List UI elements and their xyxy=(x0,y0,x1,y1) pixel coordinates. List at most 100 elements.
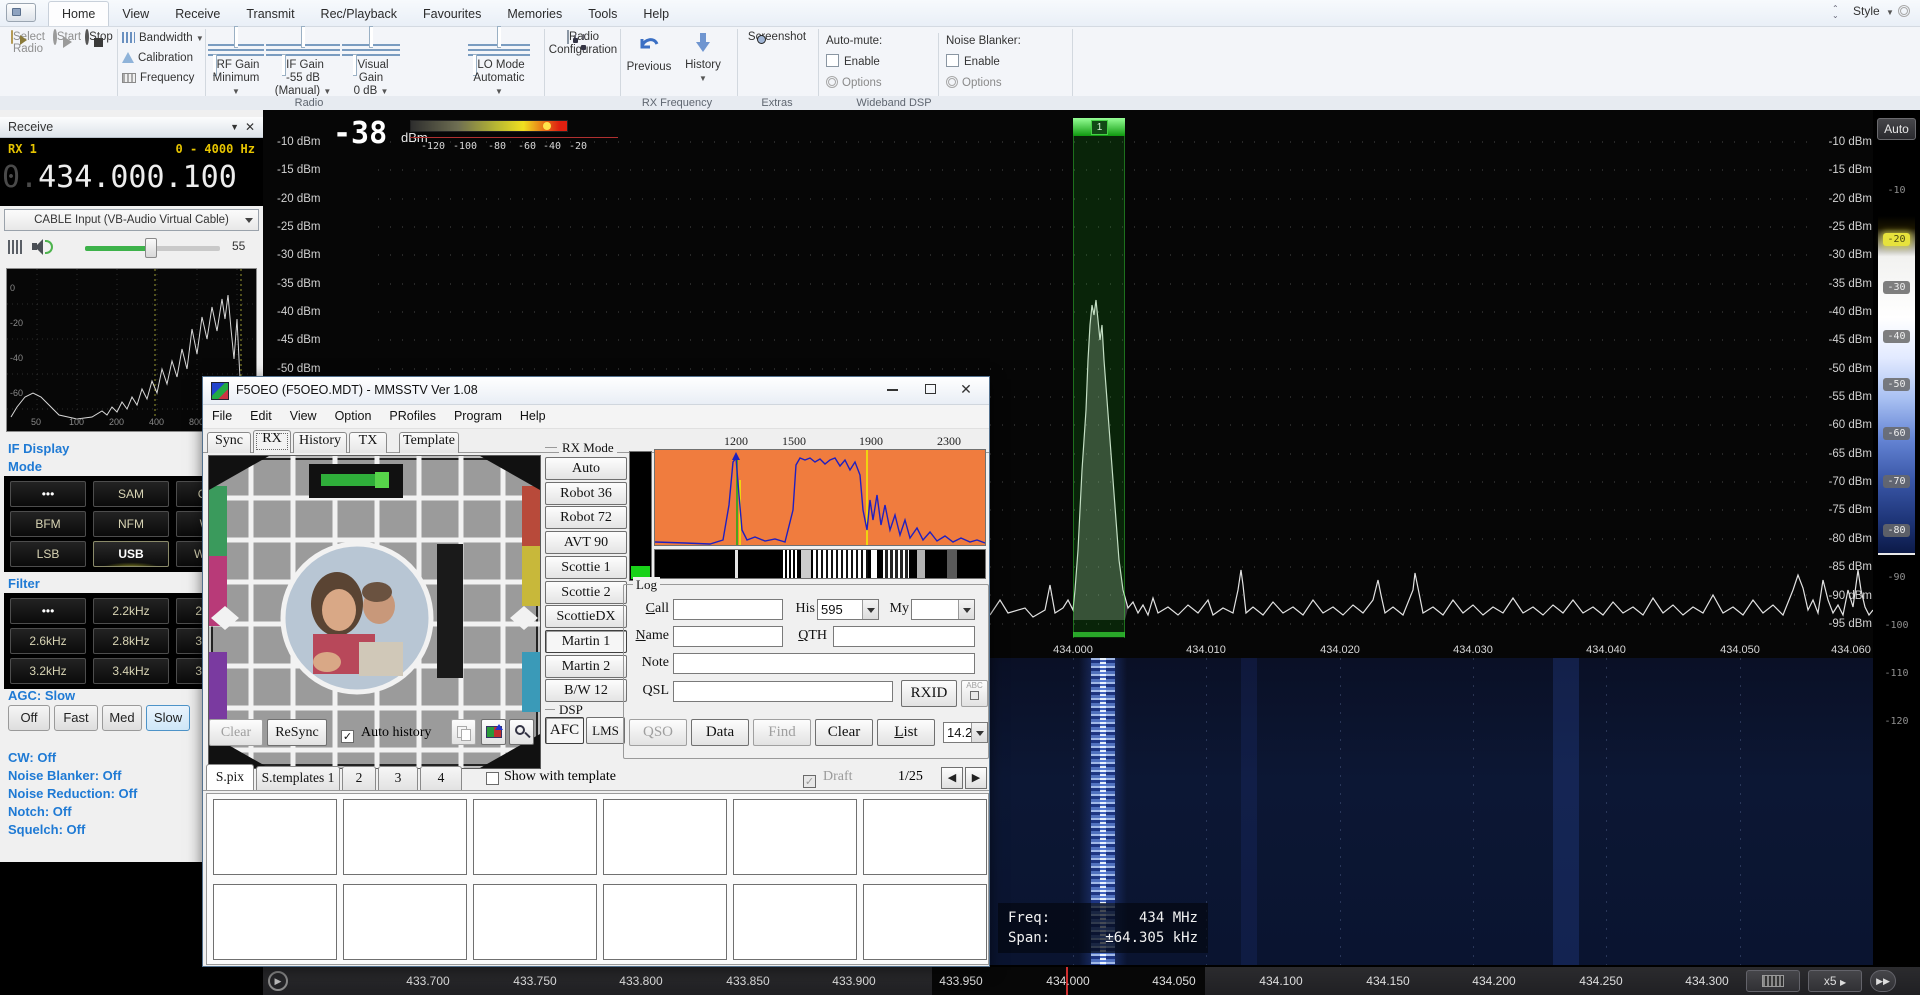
thumbnail-slot[interactable] xyxy=(733,799,857,875)
agc-section-header[interactable]: AGC: Slow xyxy=(8,688,75,703)
rxmode-scottie2-button[interactable]: Scottie 2 xyxy=(545,581,627,604)
mode-nfm-button[interactable]: NFM xyxy=(93,511,169,537)
thumbnail-slot[interactable] xyxy=(863,799,987,875)
page-next-button[interactable]: ▶ xyxy=(965,767,987,789)
auto-history-checkbox[interactable] xyxy=(341,725,354,743)
rx-region-highlight[interactable] xyxy=(1073,118,1125,638)
tab-memories[interactable]: Memories xyxy=(494,2,575,26)
thumbnail-slot[interactable] xyxy=(343,884,467,960)
cw-status[interactable]: CW: Off xyxy=(8,750,56,765)
tab-transmit[interactable]: Transmit xyxy=(233,2,307,26)
rxmode-robot36-button[interactable]: Robot 36 xyxy=(545,482,627,505)
screenshot-button[interactable]: Screenshot xyxy=(744,31,810,44)
if-display-link[interactable]: IF Display xyxy=(8,441,69,456)
picture-viewer-button[interactable] xyxy=(481,719,506,745)
menu-option[interactable]: Option xyxy=(326,405,381,428)
rxmode-robot72-button[interactable]: Robot 72 xyxy=(545,506,627,529)
palette-gradient[interactable] xyxy=(1878,147,1915,555)
thumbnail-slot[interactable] xyxy=(603,799,727,875)
palette-auto-button[interactable]: Auto xyxy=(1877,118,1916,140)
notch-status[interactable]: Notch: Off xyxy=(8,804,72,819)
rxmode-martin2-button[interactable]: Martin 2 xyxy=(545,655,627,678)
lo-mode-button[interactable]: LO ModeAutomatic ▼ xyxy=(468,31,530,98)
filter-22-button[interactable]: 2.2kHz xyxy=(93,598,169,624)
calibration-button[interactable]: Calibration xyxy=(122,52,208,72)
stop-button[interactable]: Stop xyxy=(84,31,114,43)
rxmode-martin1-button[interactable]: Martin 1 xyxy=(545,630,627,653)
menu-profiles[interactable]: PRofiles xyxy=(380,405,445,428)
agc-slow-button[interactable]: Slow xyxy=(146,705,190,731)
clear-image-button[interactable]: Clear xyxy=(209,719,263,746)
note-input[interactable] xyxy=(673,653,975,674)
filter-26-button[interactable]: 2.6kHz xyxy=(10,628,86,654)
history-button[interactable]: History▼ xyxy=(680,31,726,85)
filter-32-button[interactable]: 3.2kHz xyxy=(10,658,86,684)
thumbnail-slot[interactable] xyxy=(343,799,467,875)
rxmode-auto-button[interactable]: Auto xyxy=(545,457,627,480)
dropdown-arrow-icon[interactable] xyxy=(971,723,987,742)
copy-image-button[interactable] xyxy=(451,719,476,745)
close-button[interactable]: ✕ xyxy=(951,381,981,401)
tab-help[interactable]: Help xyxy=(630,2,682,26)
abc-spellcheck-button[interactable]: ABC xyxy=(961,680,988,707)
tab-spix[interactable]: S.pix xyxy=(206,764,254,790)
qsl-input[interactable] xyxy=(673,681,893,702)
mode-usb-button[interactable]: USB xyxy=(93,541,169,567)
mode-bfm-button[interactable]: BFM xyxy=(10,511,86,537)
visual-gain-button[interactable]: Visual Gain0 dB ▼ xyxy=(342,31,400,98)
agc-med-button[interactable]: Med xyxy=(102,705,142,731)
tab-3[interactable]: 3 xyxy=(378,766,418,790)
squelch-status[interactable]: Squelch: Off xyxy=(8,822,85,837)
radio-configuration-button[interactable]: RadioConfiguration xyxy=(548,31,618,57)
filter-28-button[interactable]: 2.8kHz xyxy=(93,628,169,654)
volume-slider-thumb[interactable] xyxy=(145,238,157,258)
tab-favourites[interactable]: Favourites xyxy=(410,2,494,26)
keyboard-entry-button[interactable] xyxy=(1746,970,1800,992)
mmsstv-titlebar[interactable]: F5OEO (F5OEO.MDT) - MMSSTV Ver 1.08 ✕ xyxy=(203,377,989,405)
style-menu[interactable]: Style xyxy=(1853,4,1880,18)
agc-off-button[interactable]: Off xyxy=(8,705,50,731)
maximize-button[interactable] xyxy=(915,381,945,401)
qso-button[interactable]: QSO xyxy=(629,719,687,746)
qth-input[interactable] xyxy=(833,626,975,647)
ribbon-collapse-icon[interactable]: ⌃⌄ xyxy=(1832,5,1839,19)
thumbnail-slot[interactable] xyxy=(733,884,857,960)
select-radio-button[interactable]: Select Radio xyxy=(6,31,50,55)
tab-sync[interactable]: Sync xyxy=(207,432,251,453)
filter-34-button[interactable]: 3.4kHz xyxy=(93,658,169,684)
thumbnail-slot[interactable] xyxy=(213,884,337,960)
list-button[interactable]: List xyxy=(877,719,935,746)
page-previous-button[interactable]: ◀ xyxy=(941,767,963,789)
auto-mute-enable-checkbox[interactable]: Enable xyxy=(826,56,880,68)
noise-blanker-status[interactable]: Noise Blanker: Off xyxy=(8,768,121,783)
tab-rx[interactable]: RX xyxy=(253,430,291,453)
noise-blanker-options-button[interactable]: Options xyxy=(946,77,1002,89)
sstv-audio-spectrum[interactable] xyxy=(654,449,986,546)
menu-help[interactable]: Help xyxy=(511,405,555,428)
tab-rec-playback[interactable]: Rec/Playback xyxy=(308,2,410,26)
zoom-level-button[interactable]: x5 ▶ xyxy=(1808,970,1862,992)
data-button[interactable]: Data xyxy=(691,719,749,746)
bandwidth-button[interactable]: Bandwidth ▼ xyxy=(122,32,208,52)
minimize-button[interactable] xyxy=(877,381,907,401)
menu-edit[interactable]: Edit xyxy=(241,405,281,428)
filter-section-header[interactable]: Filter xyxy=(8,576,40,591)
band-scroll-left-button[interactable]: ▶ xyxy=(268,971,288,991)
rxmode-avt90-button[interactable]: AVT 90 xyxy=(545,531,627,554)
tab-view[interactable]: View xyxy=(109,2,162,26)
call-input[interactable] xyxy=(673,599,783,620)
settings-gear-icon[interactable] xyxy=(1898,5,1910,17)
afc-button[interactable]: AFC xyxy=(545,717,584,744)
mode-lsb-button[interactable]: LSB xyxy=(10,541,86,567)
clear-log-button[interactable]: Clear xyxy=(815,719,873,746)
tab-tx[interactable]: TX xyxy=(349,432,387,453)
app-menu-button[interactable] xyxy=(6,3,36,22)
tab-2[interactable]: 2 xyxy=(342,766,376,790)
noise-reduction-status[interactable]: Noise Reduction: Off xyxy=(8,786,137,801)
resync-button[interactable]: ReSync xyxy=(267,719,327,746)
his-rst-combo[interactable]: 595 xyxy=(817,599,879,620)
tab-home[interactable]: Home xyxy=(48,1,109,26)
magnifier-button[interactable] xyxy=(509,719,534,745)
tab-history[interactable]: History xyxy=(293,432,347,453)
log-frequency-combo[interactable]: 14.230 xyxy=(943,722,988,743)
